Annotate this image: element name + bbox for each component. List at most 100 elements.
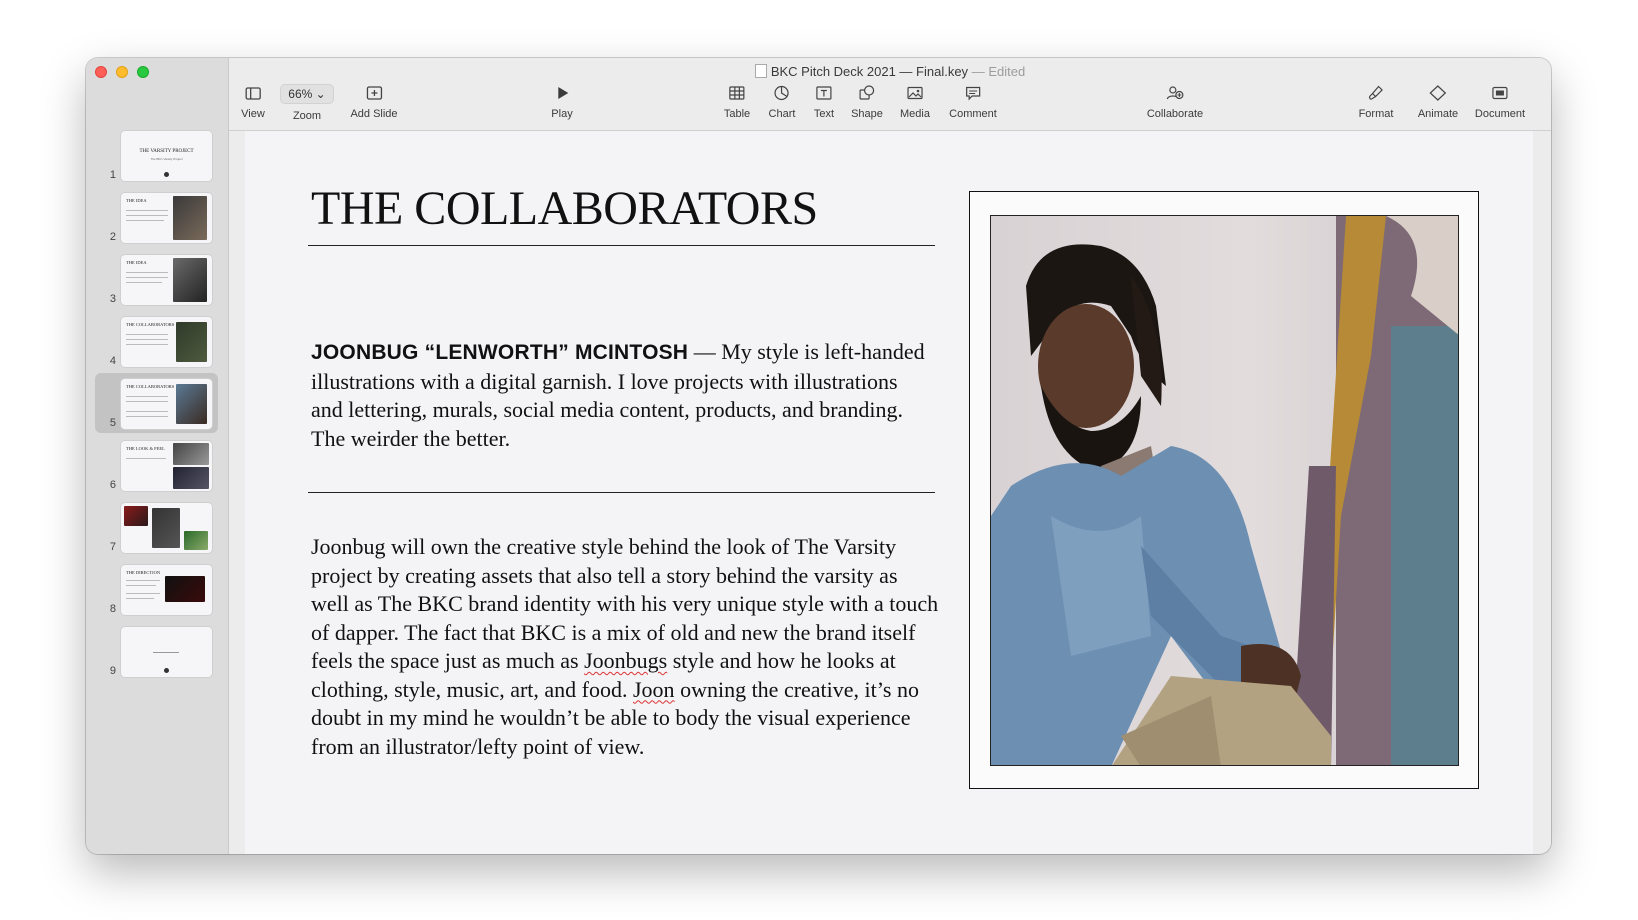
thumbnail-image xyxy=(176,384,207,424)
document-button[interactable]: Document xyxy=(1475,84,1525,120)
thumbnail-text-line xyxy=(153,652,179,653)
slide-thumbnail-row[interactable]: 3 THE IDEA xyxy=(86,255,228,317)
thumbnail-image xyxy=(184,531,208,550)
view-label: View xyxy=(241,108,265,120)
thumbnail-text-line xyxy=(126,411,168,412)
slide-thumbnail-row[interactable]: 6 THE LOOK & FEEL xyxy=(86,441,228,503)
format-label: Format xyxy=(1358,108,1394,120)
thumbnail-subtitle: The BKC Varsity Project xyxy=(150,157,183,161)
animate-diamond-icon xyxy=(1428,84,1448,102)
thumbnail-image xyxy=(173,196,207,240)
format-button[interactable]: Format xyxy=(1358,84,1394,120)
chart-pie-icon xyxy=(772,84,792,102)
slide-number: 1 xyxy=(109,169,116,181)
document-icon xyxy=(1490,84,1510,102)
slide-thumbnail[interactable]: THE DIRECTION xyxy=(121,565,212,615)
slide-thumbnail-row[interactable]: 8 THE DIRECTION xyxy=(86,565,228,627)
photo-frame[interactable] xyxy=(969,191,1479,789)
document-name: BKC Pitch Deck 2021 — Final.key xyxy=(770,64,969,79)
animate-label: Animate xyxy=(1417,108,1459,120)
section-divider xyxy=(308,492,935,493)
logo-icon xyxy=(164,668,169,673)
thumbnail-image xyxy=(152,508,180,548)
thumbnail-text-line xyxy=(126,282,162,283)
thumbnail-image xyxy=(173,467,209,489)
add-slide-button[interactable]: Add Slide xyxy=(350,84,398,120)
collaborate-button[interactable]: Collaborate xyxy=(1147,84,1203,120)
slide-number: 2 xyxy=(109,231,116,243)
keynote-window: 1 THE VARSITY PROJECT The BKC Varsity Pr… xyxy=(86,58,1551,854)
slide-thumbnail[interactable]: THE IDEA xyxy=(121,255,212,305)
slide-title[interactable]: THE COLLABORATORS xyxy=(311,181,818,236)
chart-button[interactable]: Chart xyxy=(769,84,795,120)
text-button[interactable]: Text xyxy=(814,84,834,120)
table-label: Table xyxy=(723,108,751,120)
text-box-icon xyxy=(814,84,834,102)
slide-thumbnail[interactable]: THE COLLABORATORS xyxy=(121,379,212,429)
slide-number: 7 xyxy=(109,541,116,553)
thumbnail-image xyxy=(176,322,207,362)
slide-number: 4 xyxy=(109,355,116,367)
slide-thumbnail-row[interactable]: 1 THE VARSITY PROJECT The BKC Varsity Pr… xyxy=(86,131,228,193)
comment-label: Comment xyxy=(949,108,997,120)
thumbnail-text-line xyxy=(126,593,160,594)
slide-thumbnail-list: 1 THE VARSITY PROJECT The BKC Varsity Pr… xyxy=(86,131,228,689)
slide-number: 9 xyxy=(109,665,116,677)
thumbnail-text-line xyxy=(126,334,168,335)
paintbrush-icon xyxy=(1366,84,1386,102)
thumbnail-text-line xyxy=(126,396,168,397)
comment-icon xyxy=(963,84,983,102)
thumbnail-text-line xyxy=(126,344,168,345)
body-text-box[interactable]: Joonbug will own the creative style behi… xyxy=(311,533,939,761)
slide-navigator: 1 THE VARSITY PROJECT The BKC Varsity Pr… xyxy=(86,58,229,854)
media-button[interactable]: Media xyxy=(900,84,930,120)
slide-thumbnail[interactable] xyxy=(121,503,212,553)
thumbnail-text-line xyxy=(126,220,164,221)
close-window-button[interactable] xyxy=(95,66,107,78)
thumbnail-text-line xyxy=(126,416,168,417)
slide-number: 3 xyxy=(109,293,116,305)
slide-thumbnail-row[interactable]: 7 xyxy=(86,503,228,565)
thumbnail-title: THE IDEA xyxy=(126,260,147,265)
maximize-window-button[interactable] xyxy=(137,66,149,78)
play-icon xyxy=(552,84,572,102)
toolbar: BKC Pitch Deck 2021 — Final.key — Edited… xyxy=(229,58,1551,131)
document-label: Document xyxy=(1474,108,1526,120)
table-button[interactable]: Table xyxy=(724,84,750,120)
slide-thumbnail-row[interactable]: 9 xyxy=(86,627,228,689)
thumbnail-title: THE VARSITY PROJECT xyxy=(139,149,194,154)
play-label: Play xyxy=(551,108,573,120)
portrait-illustration xyxy=(991,216,1458,765)
collaborator-photo[interactable] xyxy=(990,215,1459,766)
zoom-value: 66% xyxy=(288,87,313,101)
keynote-document-icon xyxy=(754,64,767,78)
slide-thumbnail[interactable]: THE LOOK & FEEL xyxy=(121,441,212,491)
thumbnail-text-line xyxy=(126,598,154,599)
comment-button[interactable]: Comment xyxy=(949,84,997,120)
slide-thumbnail-row-selected[interactable]: 5 THE COLLABORATORS xyxy=(86,373,228,441)
thumbnail-text-line xyxy=(126,458,166,459)
animate-button[interactable]: Animate xyxy=(1418,84,1458,120)
zoom-dropdown[interactable]: 66% ⌄ xyxy=(280,84,334,104)
play-button[interactable]: Play xyxy=(551,84,573,120)
thumbnail-text-line xyxy=(126,277,168,278)
slide-number: 6 xyxy=(109,479,116,491)
slide-thumbnail[interactable]: THE COLLABORATORS xyxy=(121,317,212,367)
add-slide-label: Add Slide xyxy=(350,108,398,120)
slide-thumbnail[interactable] xyxy=(121,627,212,677)
slide-thumbnail[interactable]: THE IDEA xyxy=(121,193,212,243)
shape-button[interactable]: Shape xyxy=(851,84,883,120)
slide-thumbnail-row[interactable]: 2 THE IDEA xyxy=(86,193,228,255)
minimize-window-button[interactable] xyxy=(116,66,128,78)
bio-text-box[interactable]: JOONBUG “LENWORTH” MCINTOSH — My style i… xyxy=(311,338,933,453)
misspelled-word: Joon xyxy=(633,676,675,702)
thumbnail-text-line xyxy=(126,580,160,581)
slide-thumbnail[interactable]: THE VARSITY PROJECT The BKC Varsity Proj… xyxy=(121,131,212,181)
slide-thumbnail-row[interactable]: 4 THE COLLABORATORS xyxy=(86,317,228,379)
current-slide[interactable]: THE COLLABORATORS JOONBUG “LENWORTH” MCI… xyxy=(245,131,1533,854)
zoom-control[interactable]: 66% ⌄ Zoom xyxy=(280,84,334,122)
thumbnail-text-line xyxy=(126,215,168,216)
view-button[interactable]: View xyxy=(241,84,265,120)
collaborate-label: Collaborate xyxy=(1146,108,1204,120)
thumbnail-image xyxy=(165,576,205,602)
